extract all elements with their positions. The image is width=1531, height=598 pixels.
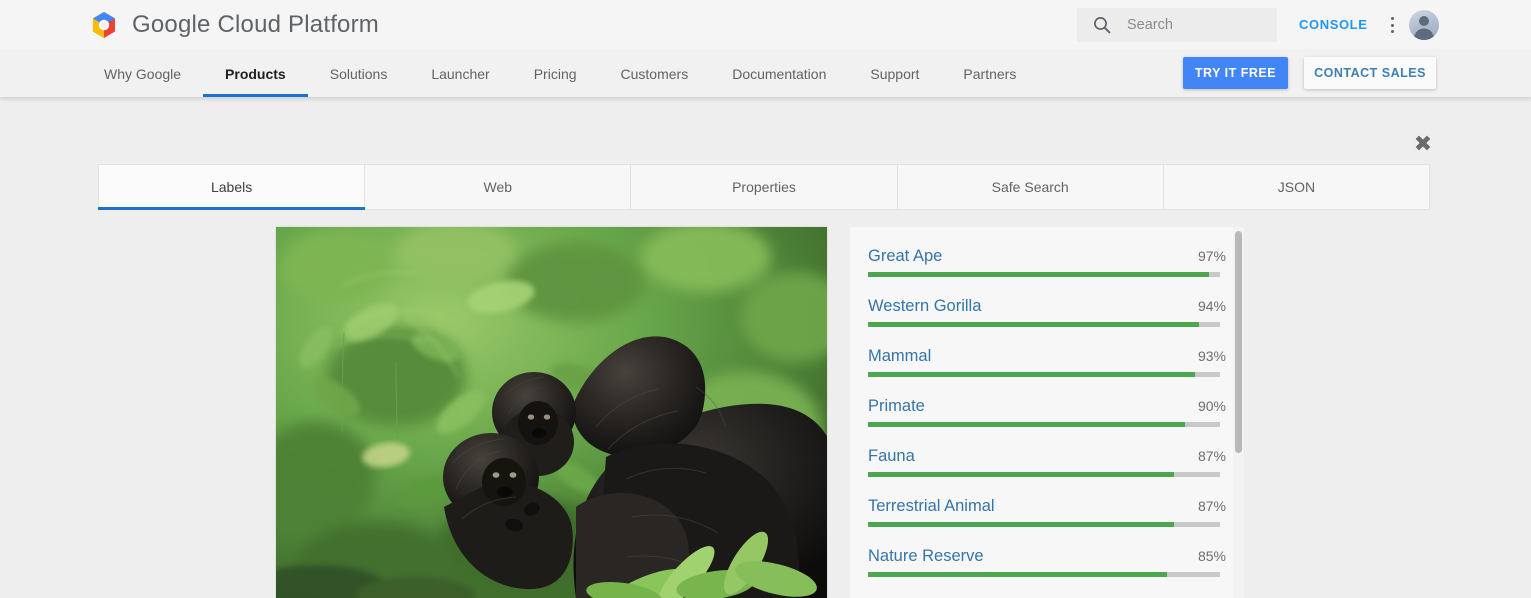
label-name[interactable]: Nature Reserve bbox=[868, 547, 984, 566]
result-tabs: Labels Web Properties Safe Search JSON bbox=[98, 164, 1431, 210]
label-result-row[interactable]: Nature Reserve 85% bbox=[868, 527, 1226, 577]
try-it-free-button[interactable]: TRY IT FREE bbox=[1183, 57, 1288, 89]
label-result-row[interactable]: Fauna 87% bbox=[868, 427, 1226, 477]
nav-item-products[interactable]: Products bbox=[203, 50, 308, 97]
nav-item-documentation[interactable]: Documentation bbox=[710, 50, 848, 97]
label-result-row[interactable]: Terrestrial Animal 87% bbox=[868, 477, 1226, 527]
nav-item-solutions[interactable]: Solutions bbox=[308, 50, 410, 97]
global-header: Google Cloud Platform CONSOLE bbox=[0, 0, 1531, 50]
nav-items: Why Google Products Solutions Launcher P… bbox=[82, 50, 1038, 97]
label-results-list: Great Ape 97% Western Gorilla 94% Mammal… bbox=[850, 227, 1244, 598]
user-avatar-icon bbox=[1413, 16, 1435, 40]
tab-safe-search[interactable]: Safe Search bbox=[897, 164, 1164, 210]
label-score: 94% bbox=[1197, 298, 1226, 314]
label-score: 93% bbox=[1197, 348, 1226, 364]
label-score: 87% bbox=[1197, 498, 1226, 514]
label-name[interactable]: Great Ape bbox=[868, 247, 942, 266]
label-score: 90% bbox=[1197, 398, 1226, 414]
label-result-row[interactable]: Great Ape 97% bbox=[868, 227, 1226, 277]
label-result-row[interactable]: Mammal 93% bbox=[868, 327, 1226, 377]
tab-web[interactable]: Web bbox=[365, 164, 632, 210]
nav-item-support[interactable]: Support bbox=[848, 50, 941, 97]
nav-item-launcher[interactable]: Launcher bbox=[409, 50, 511, 97]
close-icon[interactable]: ✖ bbox=[1410, 132, 1436, 158]
brand-logo[interactable]: Google Cloud Platform bbox=[88, 9, 379, 41]
console-link[interactable]: CONSOLE bbox=[1299, 17, 1367, 32]
tab-labels[interactable]: Labels bbox=[98, 164, 366, 210]
label-result-row[interactable]: Wildlife 82% bbox=[868, 577, 1226, 598]
label-name[interactable]: Primate bbox=[868, 397, 925, 416]
tab-json[interactable]: JSON bbox=[1163, 164, 1431, 210]
avatar[interactable] bbox=[1409, 10, 1439, 40]
label-results-panel: Great Ape 97% Western Gorilla 94% Mammal… bbox=[850, 227, 1244, 598]
label-score: 85% bbox=[1197, 548, 1226, 564]
brand-logo-text: Google Cloud Platform bbox=[132, 11, 379, 38]
gorilla-photo bbox=[276, 227, 827, 598]
primary-nav: Why Google Products Solutions Launcher P… bbox=[0, 50, 1531, 97]
analyzed-image bbox=[276, 227, 827, 598]
label-score: 87% bbox=[1197, 448, 1226, 464]
search-icon bbox=[1092, 15, 1112, 35]
more-vertical-icon[interactable] bbox=[1383, 15, 1401, 35]
nav-item-pricing[interactable]: Pricing bbox=[512, 50, 599, 97]
label-result-row[interactable]: Primate 90% bbox=[868, 377, 1226, 427]
search-input[interactable] bbox=[1125, 10, 1245, 40]
label-name[interactable]: Fauna bbox=[868, 447, 915, 466]
nav-item-why-google[interactable]: Why Google bbox=[82, 50, 203, 97]
nav-item-partners[interactable]: Partners bbox=[941, 50, 1038, 97]
tab-properties[interactable]: Properties bbox=[631, 164, 898, 210]
google-cloud-hexagon-icon bbox=[88, 9, 120, 41]
label-name[interactable]: Western Gorilla bbox=[868, 297, 981, 316]
nav-item-customers[interactable]: Customers bbox=[599, 50, 711, 97]
results-scrollbar[interactable] bbox=[1233, 227, 1244, 598]
label-name[interactable]: Mammal bbox=[868, 347, 931, 366]
results-scrollbar-thumb[interactable] bbox=[1235, 231, 1242, 453]
label-result-row[interactable]: Western Gorilla 94% bbox=[868, 277, 1226, 327]
contact-sales-button[interactable]: CONTACT SALES bbox=[1304, 57, 1436, 89]
label-score: 97% bbox=[1197, 248, 1226, 264]
search-box[interactable] bbox=[1077, 8, 1277, 42]
label-name[interactable]: Terrestrial Animal bbox=[868, 497, 995, 516]
